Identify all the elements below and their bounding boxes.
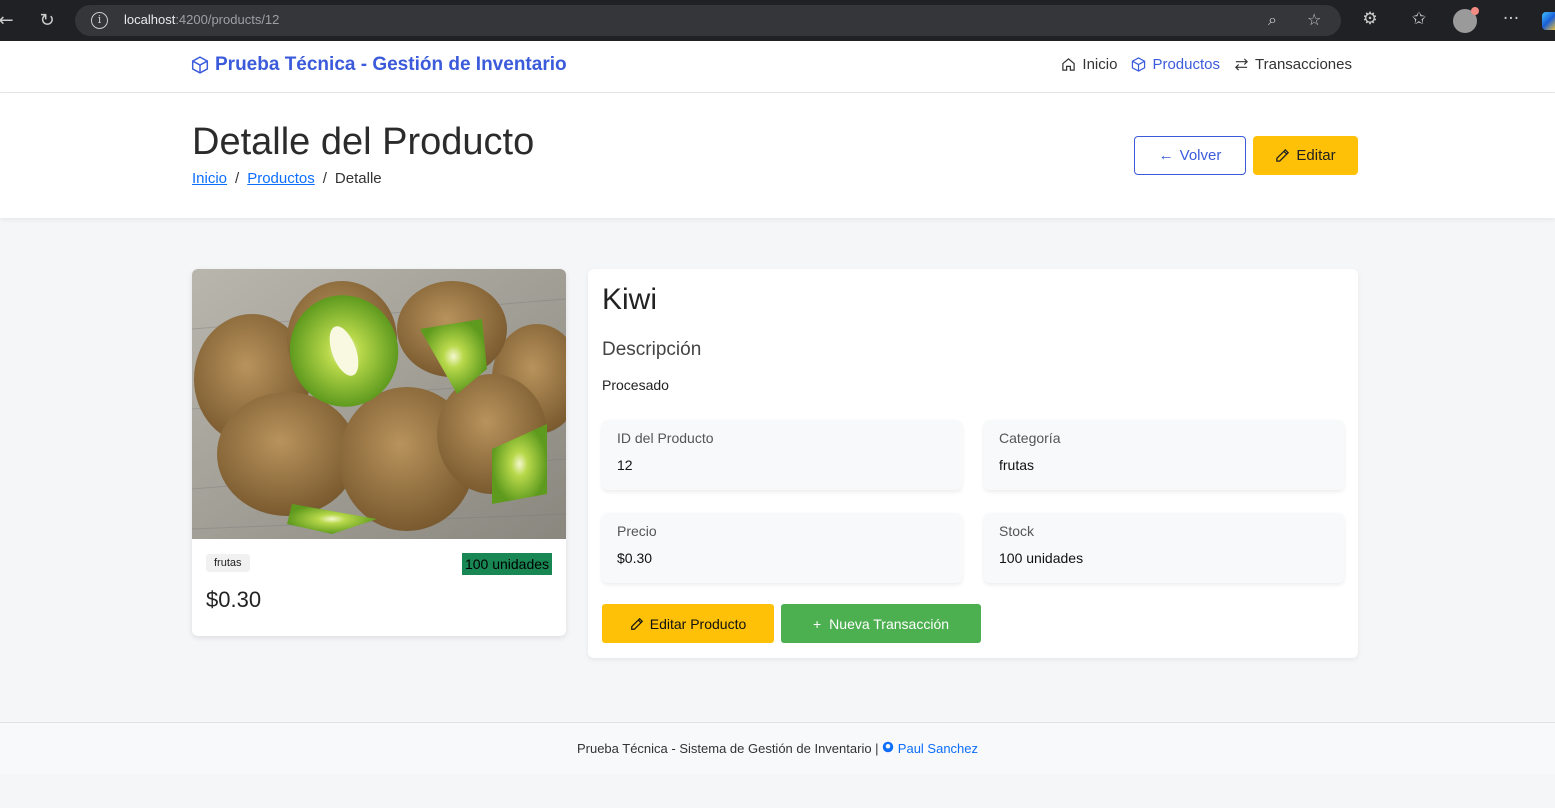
- description-text: Procesado: [602, 377, 669, 393]
- app-navbar: Prueba Técnica - Gestión de Inventario I…: [0, 41, 1555, 93]
- info-box-price: Precio $0.30: [602, 513, 962, 583]
- product-detail-card: Kiwi Descripción Procesado ID del Produc…: [588, 269, 1358, 658]
- author-name: Paul Sanchez: [897, 741, 979, 756]
- breadcrumb-inicio[interactable]: Inicio: [192, 170, 227, 187]
- brand-title: Prueba Técnica - Gestión de Inventario: [215, 54, 567, 75]
- edit-button-label: Editar: [1296, 147, 1336, 164]
- home-icon: [1062, 58, 1076, 71]
- arrow-left-icon: ←: [1158, 147, 1174, 164]
- site-info-icon[interactable]: i: [91, 12, 108, 29]
- info-box-stock: Stock 100 unidades: [984, 513, 1344, 583]
- nav-transacciones[interactable]: Transacciones: [1234, 56, 1352, 73]
- browser-toolbar: ← ↻ i localhost:4200/products/12 ⌕ ☆ ⚙ ✩…: [0, 0, 1555, 41]
- pencil-icon: [630, 617, 643, 630]
- address-bar[interactable]: i localhost:4200/products/12 ⌕ ☆: [75, 5, 1341, 36]
- profile-avatar[interactable]: [1453, 7, 1479, 33]
- more-menu-icon[interactable]: ···: [1499, 9, 1523, 29]
- info-box-category: Categoría frutas: [984, 420, 1344, 490]
- description-heading: Descripción: [602, 339, 702, 360]
- url-host: localhost: [124, 12, 176, 27]
- box-icon: [191, 56, 209, 74]
- new-transaction-button[interactable]: + Nueva Transacción: [781, 604, 981, 643]
- info-box-id: ID del Producto 12: [602, 420, 962, 490]
- back-button[interactable]: ← Volver: [1134, 136, 1246, 175]
- favorites-icon[interactable]: ✩: [1407, 9, 1431, 29]
- breadcrumb-separator: /: [322, 170, 327, 187]
- breadcrumb-productos[interactable]: Productos: [247, 170, 315, 187]
- info-value: frutas: [999, 457, 1035, 473]
- nav-inicio[interactable]: Inicio: [1061, 56, 1117, 73]
- info-label: Stock: [999, 523, 1035, 539]
- reload-icon[interactable]: ↻: [35, 9, 59, 33]
- product-image: [192, 269, 566, 539]
- footer-caption: Prueba Técnica - Sistema de Gestión de I…: [576, 741, 879, 756]
- back-button-label: Volver: [1179, 147, 1222, 164]
- new-transaction-label: Nueva Transacción: [829, 615, 950, 632]
- box-icon: [1132, 57, 1146, 72]
- page-background: [0, 774, 1555, 808]
- nav-productos[interactable]: Productos: [1131, 56, 1220, 73]
- nav-links: Inicio Productos Transacciones: [1061, 56, 1352, 73]
- plus-icon: +: [812, 615, 822, 632]
- product-image-card: frutas 100 unidades $0.30: [192, 269, 566, 636]
- copilot-icon[interactable]: [1542, 12, 1555, 30]
- author-link[interactable]: Paul Sanchez: [882, 741, 978, 756]
- edit-button[interactable]: Editar: [1253, 136, 1358, 175]
- info-value: 12: [617, 457, 633, 473]
- product-name: Kiwi: [602, 283, 658, 316]
- pencil-icon: [1276, 148, 1290, 162]
- nav-productos-label: Productos: [1152, 56, 1220, 73]
- stock-badge: 100 unidades: [462, 553, 552, 575]
- info-value: 100 unidades: [999, 550, 1084, 566]
- edit-product-label: Editar Producto: [649, 615, 747, 632]
- nav-transacciones-label: Transacciones: [1255, 56, 1352, 73]
- info-label: Precio: [617, 523, 657, 539]
- brand-link[interactable]: Prueba Técnica - Gestión de Inventario: [191, 54, 567, 76]
- back-icon[interactable]: ←: [0, 9, 18, 33]
- url-text[interactable]: localhost:4200/products/12: [124, 12, 279, 27]
- info-value: $0.30: [617, 550, 653, 566]
- footer: Prueba Técnica - Sistema de Gestión de I…: [0, 722, 1555, 774]
- zoom-icon[interactable]: ⌕: [1268, 10, 1277, 30]
- swap-icon: [1235, 58, 1248, 71]
- page-header: Detalle del Producto Inicio / Productos …: [0, 93, 1555, 218]
- page-title: Detalle del Producto: [192, 121, 535, 163]
- url-path: :4200/products/12: [175, 12, 280, 27]
- breadcrumb: Inicio / Productos / Detalle: [192, 170, 382, 187]
- github-icon: [882, 741, 894, 753]
- nav-inicio-label: Inicio: [1082, 56, 1118, 73]
- product-price: $0.30: [206, 587, 262, 612]
- bookmark-star-icon[interactable]: ☆: [1307, 10, 1321, 29]
- footer-text: Prueba Técnica - Sistema de Gestión de I…: [0, 741, 1555, 756]
- category-badge: frutas: [206, 554, 250, 572]
- edit-product-button[interactable]: Editar Producto: [602, 604, 774, 643]
- info-label: Categoría: [999, 430, 1061, 446]
- breadcrumb-current: Detalle: [334, 170, 382, 187]
- extensions-icon[interactable]: ⚙: [1358, 9, 1382, 29]
- breadcrumb-separator: /: [235, 170, 240, 187]
- info-label: ID del Producto: [617, 430, 714, 446]
